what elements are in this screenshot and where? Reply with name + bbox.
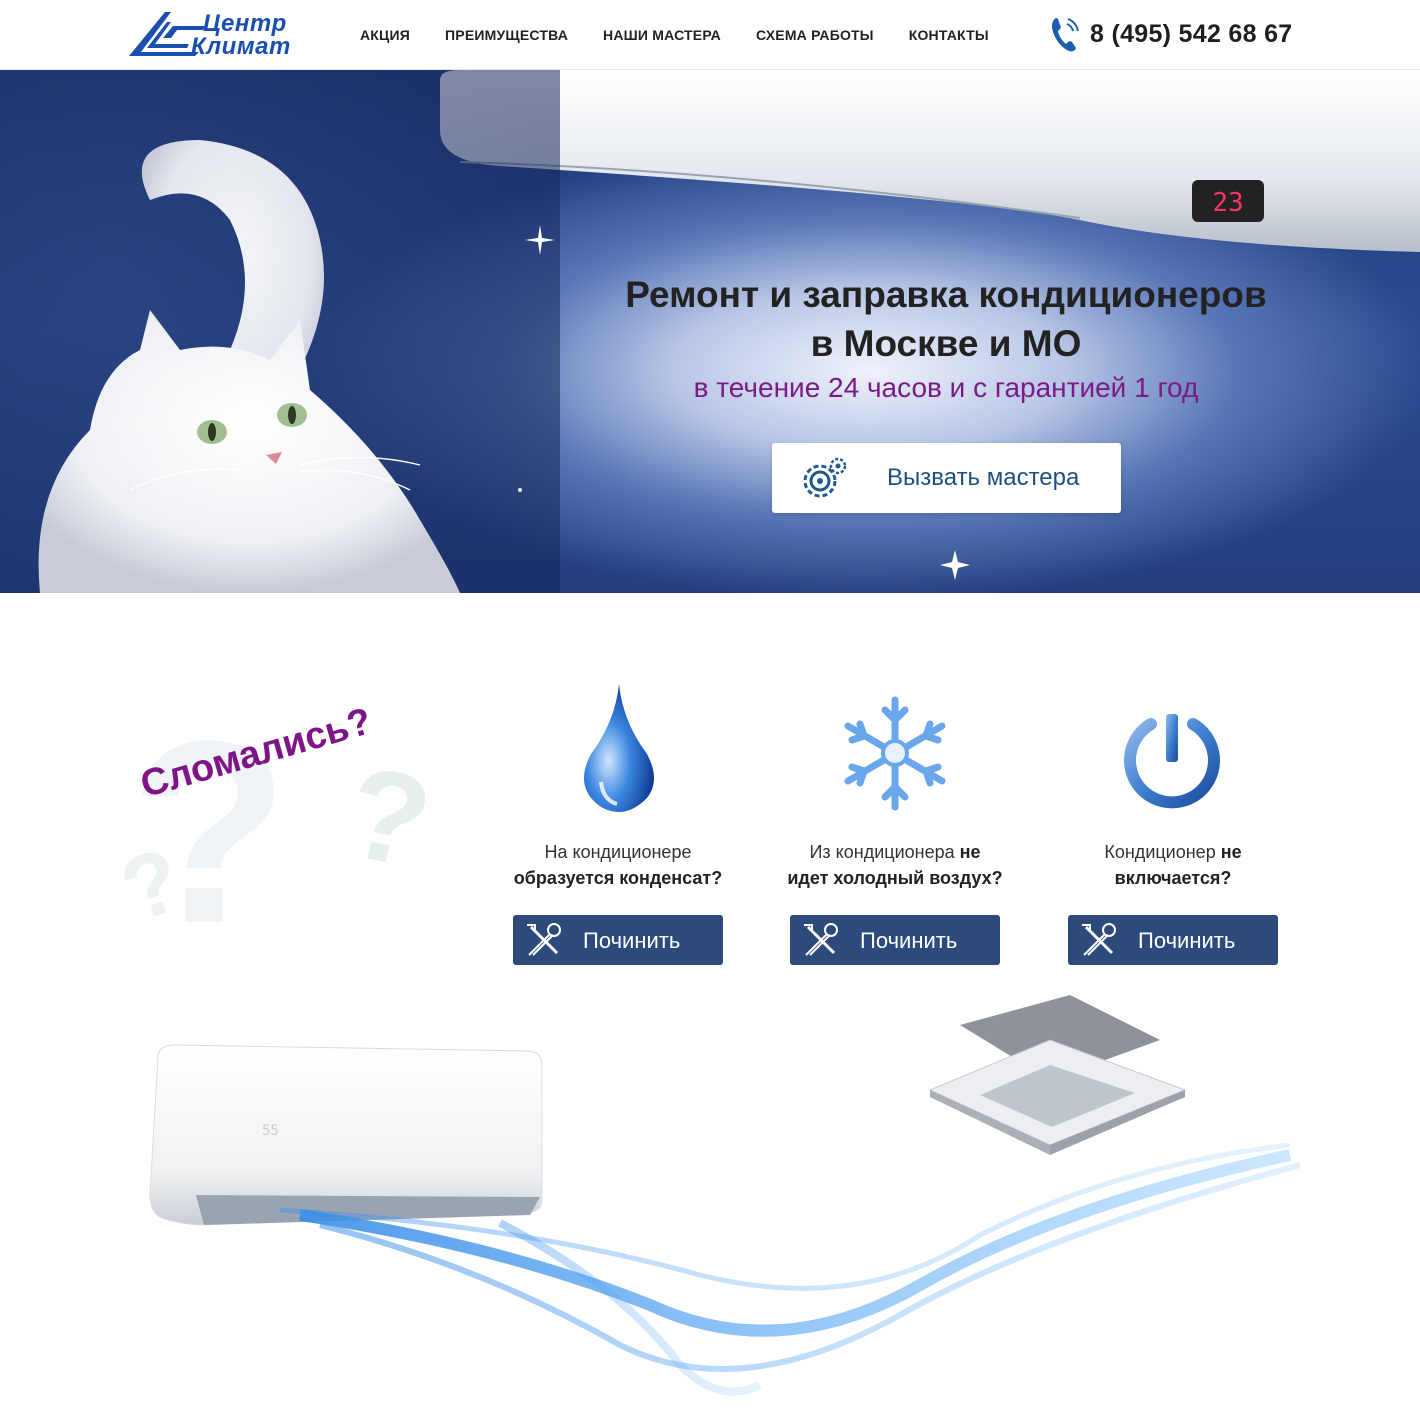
- tools-icon: [527, 923, 561, 956]
- air-conditioners-illustration: 55: [149, 995, 1301, 1396]
- hero-subtitle: в течение 24 часов и с гарантией 1 год: [693, 372, 1199, 403]
- nav-item-masters[interactable]: НАШИ МАСТЕРА: [603, 27, 721, 43]
- gears-icon: [803, 457, 847, 498]
- problem-text-no-cold-air: Из кондиционера не идет холодный воздух?: [765, 839, 1025, 891]
- svg-text:55: 55: [262, 1123, 279, 1139]
- problem-text-not-turning-on: Кондиционер не включается?: [1043, 839, 1303, 891]
- problem-text-bold-inline: не: [1220, 842, 1242, 862]
- water-drop-icon: [584, 684, 654, 812]
- hero-banner: 23 Ремонт и заправка кондиционеров в Мос…: [0, 70, 1420, 593]
- call-master-button[interactable]: Вызвать мастера: [772, 443, 1121, 513]
- sparkle-decoration: [525, 225, 555, 255]
- fix-button-label: Починить: [583, 928, 681, 953]
- nav-item-advantages[interactable]: ПРЕИМУЩЕСТВА: [445, 27, 568, 43]
- wall-split-unit: 55: [149, 1044, 543, 1226]
- hero-title-line1: Ремонт и заправка кондиционеров: [625, 274, 1267, 315]
- phone-number: 8 (495) 542 68 67: [1090, 19, 1293, 48]
- hero-title-line2: в Москве и МО: [810, 323, 1082, 364]
- cassette-unit: [928, 995, 1187, 1155]
- sparkle-decoration: [940, 550, 970, 580]
- problem-text-normal: На кондиционере: [544, 842, 692, 862]
- header-phone[interactable]: 8 (495) 542 68 67: [1050, 14, 1292, 54]
- svg-text:?: ?: [335, 737, 443, 896]
- tools-icon: [804, 923, 838, 956]
- snowflake-icon: [844, 696, 946, 811]
- site-header: Центр Климат АКЦИЯ ПРЕИМУЩЕСТВА НАШИ МАС…: [0, 0, 1420, 70]
- power-icon: [1124, 714, 1220, 809]
- fix-button-not-turning-on[interactable]: Починить: [1068, 915, 1278, 965]
- call-master-label: Вызвать мастера: [887, 464, 1080, 491]
- nav-item-promo[interactable]: АКЦИЯ: [360, 27, 410, 43]
- tools-icon: [1082, 923, 1116, 956]
- problem-text-bold: включается?: [1114, 868, 1232, 888]
- fix-button-label: Починить: [1138, 928, 1236, 953]
- nav-item-contacts[interactable]: КОНТАКТЫ: [909, 27, 989, 43]
- fix-button-label: Починить: [860, 928, 958, 953]
- cat-image: [0, 70, 560, 593]
- nav-item-workflow[interactable]: СХЕМА РАБОТЫ: [756, 27, 874, 43]
- phone-icon: [1052, 18, 1079, 52]
- problem-text-condensate: На кондиционере образуется конденсат?: [488, 839, 748, 891]
- main-nav: АКЦИЯ ПРЕИМУЩЕСТВА НАШИ МАСТЕРА СХЕМА РА…: [343, 27, 1007, 43]
- problem-text-bold-inline: не: [959, 842, 981, 862]
- logo-text-line2: Климат: [191, 33, 291, 60]
- question-marks-decoration: ? ? ?: [120, 688, 443, 942]
- air-conditioner-image: 23: [440, 70, 1420, 252]
- problem-text-bold: идет холодный воздух?: [787, 868, 1003, 888]
- problem-text-bold: образуется конденсат?: [513, 868, 723, 888]
- ac-display-value: 23: [1212, 188, 1243, 218]
- problem-text-normal: Кондиционер: [1104, 842, 1216, 862]
- hero-title: Ремонт и заправка кондиционеров в Москве…: [560, 270, 1332, 368]
- fix-button-condensate[interactable]: Починить: [513, 915, 723, 965]
- logo[interactable]: Центр Климат: [127, 8, 312, 60]
- fix-button-no-cold-air[interactable]: Починить: [790, 915, 1000, 965]
- problem-text-normal: Из кондиционера: [809, 842, 955, 862]
